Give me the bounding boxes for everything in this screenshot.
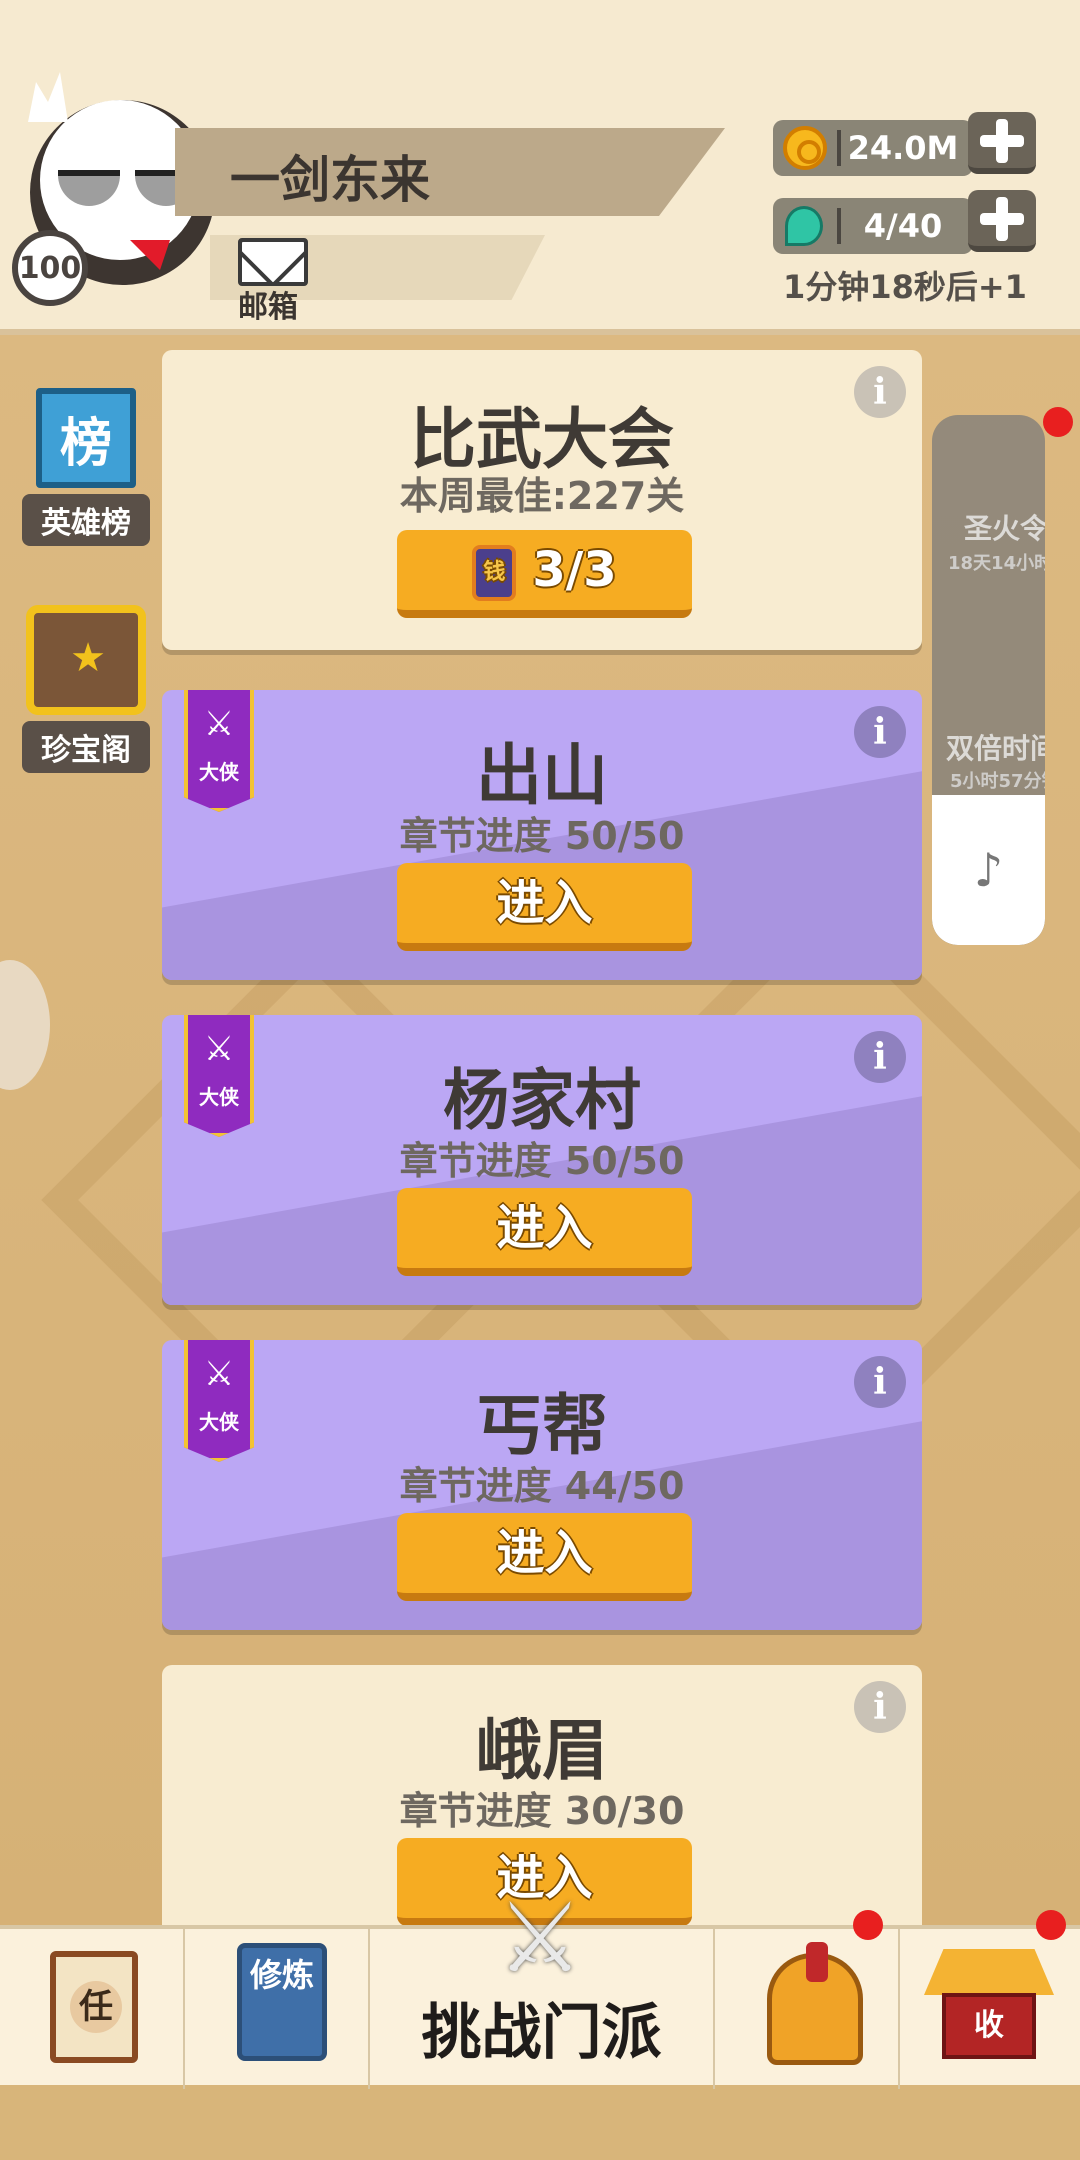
tournament-card: i 比武大会 本周最佳:227关 钱 3/3 [162,350,922,650]
gold-value: 24.0M [847,129,959,167]
level-progress: 章节进度 50/50 [399,1139,685,1183]
holy-fire-event-label[interactable]: 圣火令 [964,507,1045,547]
holy-fire-event-timer: 18天14小时 [948,553,1045,574]
hero-ranking-label: 英雄榜 [22,494,150,546]
enter-button[interactable]: 进入 [397,1188,692,1276]
shop-sign: 收 [942,1993,1036,2059]
level-title: 杨家村 [443,1062,641,1139]
nav-training[interactable]: 修炼 [185,1929,370,2089]
info-icon[interactable]: i [854,1356,906,1408]
info-icon[interactable]: i [854,706,906,758]
nav-equipment[interactable] [715,1929,900,2089]
avatar-tie [130,240,170,270]
energy-value: 4/40 [863,207,943,245]
avatar-eye [58,170,120,206]
mail-label[interactable]: 邮箱 [238,282,298,326]
shop-roof [924,1949,1054,1995]
double-time-event-label[interactable]: 双倍时间 [946,727,1045,767]
level-title: 峨眉 [476,1712,608,1789]
training-book-icon: 修炼 [237,1943,327,2061]
treasure-chest-icon [26,605,146,715]
gold-counter: 24.0M [773,120,973,176]
tournament-tickets-button[interactable]: 钱 3/3 [397,530,692,618]
tournament-best-score: 本周最佳:227关 [399,474,685,518]
energy-counter: 4/40 [773,198,973,254]
crossed-swords-icon: ⚔ [496,1882,584,1994]
hero-ranking-button[interactable]: 榜 英雄榜 [22,388,150,546]
info-icon[interactable]: i [854,1031,906,1083]
energy-gem-icon [785,206,823,246]
double-time-event-timer: 5小时57分钟 [950,771,1045,792]
level-progress: 章节进度 30/30 [399,1789,685,1833]
challenge-sect-label: 挑战门派 [421,1998,662,2068]
level-card: ⚔ 大侠 i 丐帮 章节进度 44/50 进入 [162,1340,922,1630]
level-title: 出山 [476,737,608,814]
ranking-banner-icon: 榜 [36,388,136,488]
add-gold-button[interactable] [968,112,1036,174]
add-energy-button[interactable] [968,190,1036,252]
level-progress: 章节进度 44/50 [399,1464,685,1508]
music-note-icon[interactable]: ♪ [932,795,1045,945]
level-card: ⚔ 大侠 i 杨家村 章节进度 50/50 进入 [162,1015,922,1305]
nav-tasks[interactable]: 任 [0,1929,185,2089]
notification-dot [1036,1910,1066,1940]
energy-timer: 1分钟18秒后+1 [783,268,1027,306]
helmet-icon [767,1942,863,2065]
nav-shop[interactable]: 收 [900,1929,1080,2089]
player-name: 一剑东来 [230,151,430,209]
level-title: 丐帮 [476,1387,608,1464]
ticket-count: 3/3 [532,542,617,598]
enter-button[interactable]: 进入 [397,1513,692,1601]
token-icon: 钱 [472,545,517,601]
treasure-pavilion-label: 珍宝阁 [22,721,150,773]
floating-side-panel: 圣火令 18天14小时 双倍时间 5小时57分钟 ♪ [932,415,1045,945]
level-card: ⚔ 大侠 i 出山 章节进度 50/50 进入 [162,690,922,980]
shop-icon: 收 [924,1949,1054,2065]
mail-icon[interactable] [238,238,308,286]
task-scroll-icon: 任 [50,1951,138,2063]
player-level-badge: 100 [12,230,88,306]
treasure-pavilion-button[interactable]: 珍宝阁 [22,605,150,773]
level-progress: 章节进度 50/50 [399,814,685,858]
enter-button[interactable]: 进入 [397,863,692,951]
notification-dot [853,1910,883,1940]
task-icon-glyph: 任 [70,1981,122,2033]
coin-icon [783,126,827,170]
notification-dot [1043,407,1073,437]
